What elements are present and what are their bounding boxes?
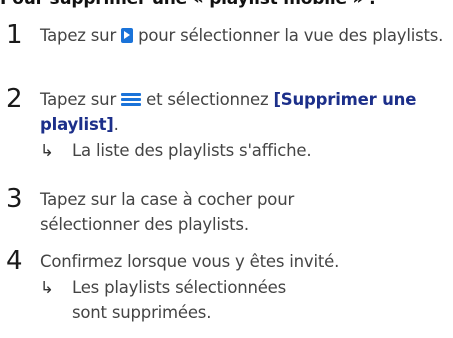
step-4-result: ↳ Les playlists sélectionnées sont suppr… <box>40 275 450 325</box>
step-text-part: pour sélectionner la vue des playlists. <box>133 26 444 45</box>
step-text-part: et sélectionnez <box>141 90 274 109</box>
section-heading: Pour supprimer une « playlist mobile » : <box>0 0 376 9</box>
step-text: Tapez sur et sélectionnez [Supprimer une… <box>40 87 450 137</box>
step-text-part: Tapez sur <box>40 90 122 109</box>
result-arrow-icon: ↳ <box>40 141 54 160</box>
step-number: 3 <box>6 184 23 214</box>
result-text: La liste des playlists s'affiche. <box>72 141 312 160</box>
step-text: Confirmez lorsque vous y êtes invité. <box>40 252 340 271</box>
step-number: 1 <box>6 20 23 50</box>
step-text: Tapez sur pour sélectionner la vue des p… <box>40 23 450 48</box>
result-text: Les playlists sélectionnées sont supprim… <box>72 278 287 322</box>
step-number: 4 <box>6 246 23 276</box>
step-text-part: . <box>113 115 119 134</box>
step-2-result: ↳ La liste des playlists s'affiche. <box>40 138 450 163</box>
step-number: 2 <box>6 84 23 114</box>
playlist-view-icon <box>121 28 134 43</box>
step-text: Tapez sur la case à cocher pour sélectio… <box>40 190 295 234</box>
step-text-part: Tapez sur <box>40 26 122 45</box>
menu-icon <box>121 92 142 107</box>
result-arrow-icon: ↳ <box>40 278 54 297</box>
